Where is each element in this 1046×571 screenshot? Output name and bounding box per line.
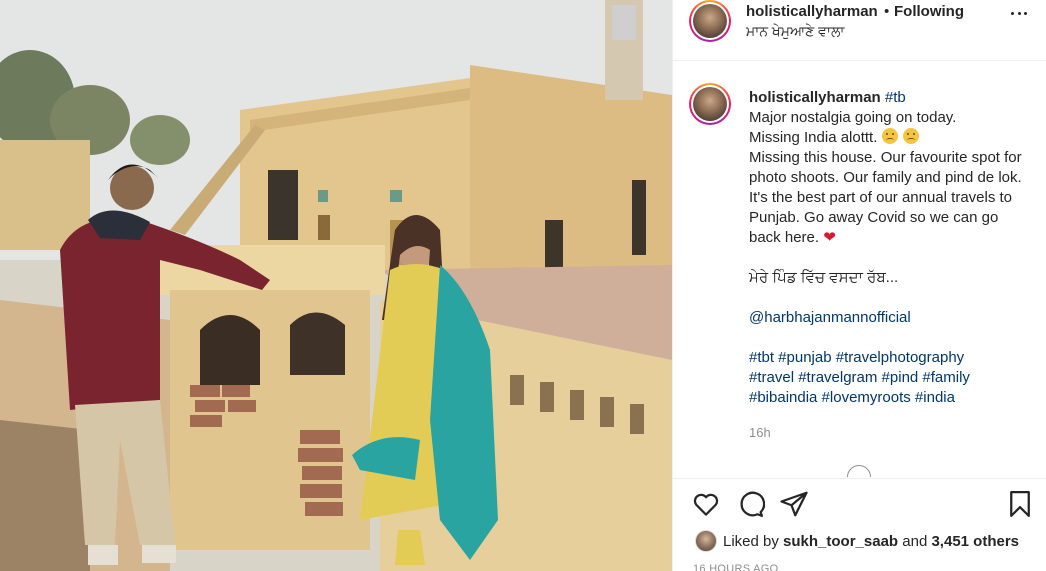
mention-link[interactable]: @harbhajanmannofficial (749, 308, 1029, 328)
action-bar (673, 478, 1046, 530)
bookmark-icon[interactable] (1005, 489, 1035, 519)
header-separator: • (884, 3, 890, 20)
more-options-icon[interactable] (1011, 12, 1027, 16)
hashtag-tb[interactable]: #tb (885, 89, 906, 106)
heart-icon[interactable] (691, 489, 721, 519)
disappointed-face-icon (881, 128, 898, 144)
likes-and: and (902, 533, 928, 550)
load-more-comments-icon[interactable] (847, 465, 871, 477)
caption-text: holisticallyharman #tb Major nostalgia g… (749, 88, 1029, 408)
post-timestamp: 16 HOURS AGO (693, 563, 779, 571)
caption-line-3: Missing this house. Our favourite spot f… (749, 149, 1022, 246)
post-photo[interactable] (0, 0, 672, 571)
comments-section: holisticallyharman #tb Major nostalgia g… (673, 62, 1046, 477)
likes-row: Liked by sukh_toor_saab and 3,451 others (695, 530, 1045, 554)
hashtags-line-1[interactable]: #tbt #punjab #travelphotography (749, 348, 1029, 368)
avatar[interactable] (689, 0, 731, 42)
hashtags-line-3[interactable]: #bibaindia #lovemyroots #india (749, 388, 1029, 408)
likes-prefix: Liked by (723, 533, 779, 550)
red-heart-icon: ❤ (823, 229, 836, 246)
post-side-panel: holisticallyharman • Following ਮਾਨ ਖੇਮੁਆ… (672, 0, 1046, 571)
likes-summary: Liked by sukh_toor_saab and 3,451 others (723, 533, 1019, 550)
caption-line-1: Major nostalgia going on today. (749, 109, 957, 126)
caption-line-2: Missing India alottt. (749, 129, 878, 146)
liker-username[interactable]: sukh_toor_saab (783, 533, 898, 550)
liker-avatar[interactable] (695, 530, 717, 552)
comment-icon[interactable] (735, 489, 766, 519)
post-location[interactable]: ਮਾਨ ਖੇਮੁਆਣੇ ਵਾਲਾ (746, 23, 844, 40)
header-username[interactable]: holisticallyharman (746, 3, 878, 20)
caption-avatar[interactable] (689, 83, 731, 125)
share-icon[interactable] (779, 489, 809, 519)
photo-illustration (0, 0, 672, 571)
caption-time: 16h (749, 425, 771, 440)
caption-punjabi-line: ਮੇਰੇ ਪਿੰਡ ਵਿੱਚ ਵਸਦਾ ਰੱਬ... (749, 269, 899, 286)
sad-face-icon (902, 128, 919, 144)
post-header: holisticallyharman • Following ਮਾਨ ਖੇਮੁਆ… (673, 0, 1046, 61)
likes-others-link[interactable]: 3,451 others (931, 533, 1019, 550)
hashtags-line-2[interactable]: #travel #travelgram #pind #family (749, 368, 1029, 388)
caption-username[interactable]: holisticallyharman (749, 89, 881, 106)
following-button[interactable]: Following (894, 3, 964, 20)
